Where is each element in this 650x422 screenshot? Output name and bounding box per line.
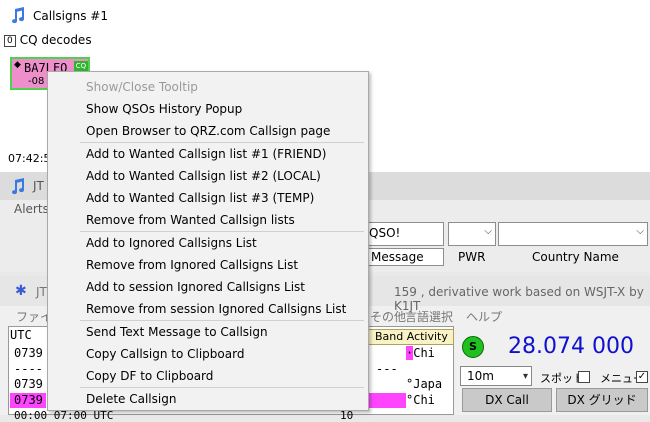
country-label: Country Name — [532, 250, 619, 264]
separator-row: ---- — [14, 362, 43, 376]
decode-row[interactable]: 0739 — [14, 377, 43, 391]
chevron-down-icon: ▾ — [522, 371, 528, 382]
menu-item-open-qrz[interactable]: Open Browser to QRZ.com Callsign page — [86, 124, 330, 138]
menu-item-add-wanted-1[interactable]: Add to Wanted Callsign list #1 (FRIEND) — [86, 147, 326, 161]
title-bar: Callsigns #1 — [0, 0, 650, 32]
timestamp: 07:42:5 — [8, 152, 51, 165]
menu-separator — [80, 320, 364, 321]
dx-grid-button[interactable]: DX グリッド — [556, 388, 648, 412]
menu-item-show-close-tooltip[interactable]: Show/Close Tooltip — [86, 80, 198, 94]
decode-row-right: ·Chi — [406, 346, 435, 360]
menu-item-copy-df[interactable]: Copy DF to Clipboard — [86, 369, 213, 383]
menu-other[interactable]: その他 — [370, 308, 406, 325]
menu-item-delete-callsign[interactable]: Delete Callsign — [86, 392, 176, 406]
decode-row-time: 0739 — [14, 393, 43, 407]
highlight-row-right — [366, 393, 406, 408]
menu-item-remove-wanted[interactable]: Remove from Wanted Callsign lists — [86, 213, 295, 227]
separator-row-right: --- — [376, 362, 398, 376]
band-activity-label: Band Activity — [375, 330, 448, 343]
pwr-label: PWR — [458, 250, 486, 264]
cq-count: 0 — [4, 35, 16, 47]
music-note-icon — [12, 7, 25, 24]
message-label: Message — [371, 250, 424, 264]
country-text: Chi — [413, 393, 435, 407]
menu-separator — [80, 387, 364, 388]
decode-row-right: °Japa — [406, 377, 443, 391]
menu-item-add-wanted-2[interactable]: Add to Wanted Callsign list #2 (LOCAL) — [86, 169, 321, 183]
country-text: Japa — [413, 377, 443, 391]
menu-separator — [80, 231, 364, 232]
qso-field-text: QSO! — [369, 226, 401, 240]
decode-row[interactable]: 0739 — [14, 346, 43, 360]
pwr-select[interactable]: ⌵ — [448, 222, 496, 246]
utc-header: UTC — [10, 328, 32, 342]
spot-checkbox[interactable] — [578, 371, 590, 383]
country-text: Chi — [413, 346, 435, 360]
frequency-display: 28.074 000 — [508, 334, 634, 359]
menu-item-show-qso-history[interactable]: Show QSOs History Popup — [86, 102, 242, 116]
band-activity-header: Band Activity — [368, 329, 454, 345]
menu-item-copy-callsign[interactable]: Copy Callsign to Clipboard — [86, 347, 244, 361]
wsjtx-title-prefix: JT — [36, 285, 47, 299]
dx-call-button[interactable]: DX Call — [462, 388, 552, 412]
menu-language[interactable]: 言語選択 — [405, 308, 453, 325]
menu-item-add-ignored[interactable]: Add to Ignored Callsigns List — [86, 236, 257, 250]
message-button[interactable]: Message — [364, 248, 444, 266]
band-select[interactable]: 10m ▾ — [460, 366, 532, 386]
qso-field[interactable]: QSO! — [364, 222, 444, 246]
menu-item-remove-session-ignored[interactable]: Remove from session Ignored Callsigns Li… — [86, 302, 346, 316]
menu-help[interactable]: ヘルプ — [466, 308, 502, 325]
cq-decodes-header: 0 CQ decodes — [4, 33, 92, 48]
music-note-icon — [12, 178, 25, 195]
menu-item-remove-ignored[interactable]: Remove from Ignored Callsigns List — [86, 258, 298, 272]
highlight-row[interactable]: 0739 — [10, 393, 46, 408]
chevron-down-icon: ⌵ — [636, 226, 644, 237]
band-select-value: 10m — [467, 369, 494, 383]
jtalert-title: JT — [33, 179, 44, 193]
menu-checkbox[interactable]: ✓ — [636, 371, 648, 383]
alerts-menu[interactable]: Alerts — [14, 202, 49, 216]
wsjtx-star-icon: ✱ — [15, 283, 27, 299]
context-menu: Show/Close Tooltip Show QSOs History Pop… — [47, 71, 369, 411]
menu-item-send-text[interactable]: Send Text Message to Callsign — [86, 325, 268, 339]
country-select[interactable]: ⌵ — [498, 222, 648, 246]
decode-row-right: °Chi — [406, 393, 435, 407]
window-title: Callsigns #1 — [33, 9, 108, 23]
cq-label: CQ decodes — [19, 33, 92, 47]
menu-item-add-wanted-3[interactable]: Add to Wanted Callsign list #3 (TEMP) — [86, 191, 314, 205]
chevron-down-icon: ⌵ — [484, 226, 492, 237]
menu-separator — [80, 142, 364, 143]
status-s-button[interactable]: S — [462, 336, 484, 358]
menu-item-add-session-ignored[interactable]: Add to session Ignored Callsigns List — [86, 280, 305, 294]
diamond-icon: ◆ — [14, 60, 21, 70]
